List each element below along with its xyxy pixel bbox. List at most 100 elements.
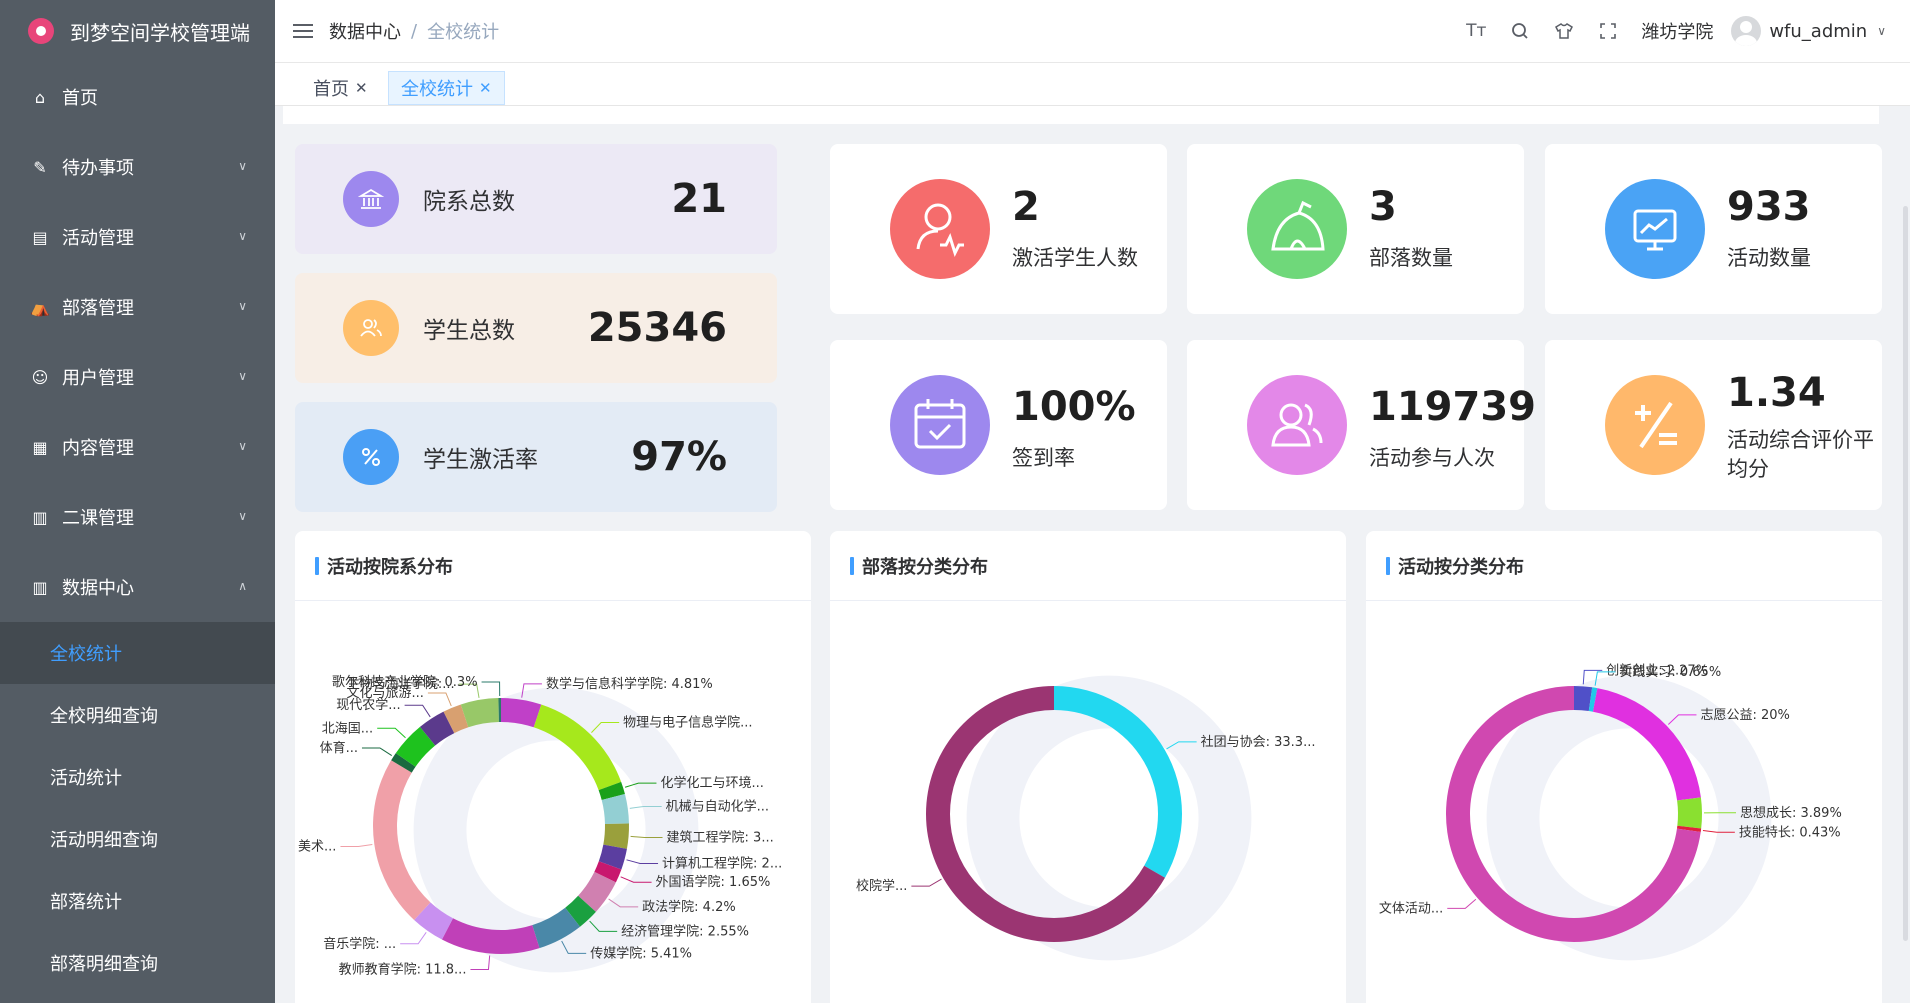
- user-icon: ☺: [31, 367, 49, 387]
- stat-value: 2: [1012, 184, 1040, 230]
- stat-card-tribes: 3 部落数量: [1187, 144, 1524, 314]
- title-accent: [315, 556, 319, 575]
- chevron-down-icon: ∨: [238, 299, 247, 313]
- tshirt-icon[interactable]: [1553, 20, 1575, 42]
- sidebar-subitem-school-stats[interactable]: 全校统计: [0, 622, 275, 684]
- fullscreen-icon[interactable]: [1597, 20, 1619, 42]
- monitor-chart-icon: [1605, 179, 1705, 279]
- home-icon: ⌂: [34, 87, 46, 107]
- sidebar-item-todo[interactable]: ✎ 待办事项 ∨: [0, 132, 275, 202]
- avatar[interactable]: [1731, 16, 1762, 46]
- stat-card-checkin-rate: 100% 签到率: [830, 340, 1167, 510]
- stat-label: 活动数量: [1727, 246, 1811, 270]
- slice-label: 校院学...: [856, 878, 907, 894]
- building-icon: [343, 171, 399, 227]
- stat-card-participation: 119739 活动参与人次: [1187, 340, 1536, 510]
- sidebar-item-content[interactable]: ▦ 内容管理 ∨: [0, 412, 275, 482]
- sidebar-item-second-class[interactable]: ▥ 二课管理 ∨: [0, 482, 275, 552]
- breadcrumb-separator: /: [411, 20, 418, 42]
- label-leader-line: [400, 932, 427, 945]
- chevron-down-icon: ∨: [238, 439, 247, 453]
- scrollbar[interactable]: [1903, 206, 1908, 941]
- stat-label: 学生激活率: [423, 447, 538, 473]
- book-icon: ▥: [32, 507, 48, 527]
- slice-label: 美术...: [298, 839, 336, 854]
- sidebar-subitem-activity-detail[interactable]: 活动明细查询: [0, 808, 275, 870]
- slice-label: 计算机工程学院: 2...: [662, 855, 782, 871]
- sidebar-item-data-center[interactable]: ▥ 数据中心 ∧: [0, 552, 275, 622]
- sidebar-subitem-activity-stats[interactable]: 活动统计: [0, 746, 275, 808]
- sidebar-subitem-tribe-detail[interactable]: 部落明细查询: [0, 932, 275, 994]
- stat-label: 活动综合评价平均分: [1727, 428, 1874, 481]
- sidebar-item-label: 内容管理: [62, 438, 134, 459]
- breadcrumb-item[interactable]: 数据中心: [329, 18, 401, 44]
- panel-title: 活动按分类分布: [1398, 556, 1524, 578]
- stat-label: 激活学生人数: [1012, 246, 1138, 270]
- slice-label: 音乐学院: ...: [323, 936, 396, 952]
- slice-label: 文体活动...: [1379, 901, 1443, 916]
- breadcrumb: 数据中心 / 全校统计: [329, 18, 499, 44]
- tent-icon: ⛺: [30, 297, 50, 317]
- calendar-check-icon: [890, 375, 990, 475]
- menu-toggle-icon[interactable]: [293, 20, 313, 42]
- pie-slice[interactable]: [1677, 797, 1702, 829]
- slice-label: 建筑工程学院: 3...: [667, 830, 774, 846]
- active-user-icon: [890, 179, 990, 279]
- sidebar-item-label: 用户管理: [62, 368, 134, 389]
- tag-label: 全校统计: [401, 79, 473, 100]
- panel-title: 部落按分类分布: [862, 556, 988, 578]
- sidebar-item-tribe[interactable]: ⛺ 部落管理 ∨: [0, 272, 275, 342]
- username[interactable]: wfu_admin: [1769, 21, 1867, 42]
- stat-card-activation-rate: 学生激活率 97%: [295, 402, 777, 512]
- sidebar-item-activity[interactable]: ▤ 活动管理 ∨: [0, 202, 275, 272]
- stat-card-students: 学生总数 25346: [295, 273, 777, 383]
- file-icon: ▦: [32, 437, 48, 457]
- sidebar-subitem-school-detail[interactable]: 全校明细查询: [0, 684, 275, 746]
- tag-home[interactable]: 首页 ✕: [301, 71, 380, 105]
- close-icon[interactable]: ✕: [479, 79, 492, 97]
- sidebar-item-label: 数据中心: [62, 578, 134, 599]
- tags-view: 首页 ✕ 全校统计 ✕: [275, 62, 1910, 106]
- donut-shadow-ring: [966, 675, 1252, 961]
- stat-card-activities: 933 活动数量: [1545, 144, 1882, 314]
- slice-label: 机械与自动化学...: [666, 798, 769, 814]
- stat-value: 21: [671, 176, 727, 222]
- sidebar-subitem-tribe-stats[interactable]: 部落统计: [0, 870, 275, 932]
- sidebar-item-label: 活动管理: [62, 228, 134, 249]
- label-leader-line: [340, 843, 373, 847]
- label-leader-line: [404, 704, 431, 718]
- document-icon: ▤: [32, 227, 48, 247]
- sidebar-item-users[interactable]: ☺ 用户管理 ∨: [0, 342, 275, 412]
- chevron-down-icon: ∨: [238, 369, 247, 383]
- slice-label: 外国语学院: 1.65%: [656, 874, 771, 890]
- sidebar-item-label: 首页: [62, 88, 98, 109]
- panel-header: 活动按分类分布: [1366, 531, 1882, 601]
- sidebar-item-label: 待办事项: [62, 158, 134, 179]
- stat-value: 97%: [631, 434, 727, 480]
- stat-card-departments: 院系总数 21: [295, 144, 777, 254]
- chevron-down-icon[interactable]: ∨: [1877, 24, 1886, 38]
- slice-label: 传媒学院: 5.41%: [590, 945, 692, 961]
- close-icon[interactable]: ✕: [355, 79, 368, 97]
- slice-label: 体育...: [320, 740, 358, 756]
- tag-school-stats[interactable]: 全校统计 ✕: [388, 71, 505, 105]
- slice-label: 歌尔科技产业学院: 0.3%: [332, 674, 478, 690]
- chevron-down-icon: ∨: [238, 159, 247, 173]
- chevron-down-icon: ∨: [238, 229, 247, 243]
- breadcrumb-current: 全校统计: [427, 22, 500, 43]
- font-size-icon[interactable]: Tт: [1465, 20, 1487, 42]
- pie-slice[interactable]: [603, 823, 629, 849]
- stat-label: 签到率: [1012, 446, 1075, 470]
- stat-card-avg-score: 1.34 活动综合评价平均分: [1545, 340, 1882, 510]
- search-icon[interactable]: [1509, 20, 1531, 42]
- logo-icon: [28, 18, 54, 44]
- users-icon: [343, 300, 399, 356]
- top-header: 数据中心 / 全校统计 Tт 潍坊学院 wfu_admin ∨: [275, 0, 1910, 62]
- school-name[interactable]: 潍坊学院: [1641, 18, 1713, 44]
- sidebar-item-home[interactable]: ⌂ 首页: [0, 62, 275, 132]
- slice-label: 实践实习: 0.65%: [1619, 665, 1721, 680]
- slice-label: 北海国...: [322, 721, 373, 736]
- app-logo[interactable]: 到梦空间学校管理端: [0, 0, 275, 62]
- label-leader-line: [361, 747, 393, 756]
- label-leader-line: [481, 681, 501, 697]
